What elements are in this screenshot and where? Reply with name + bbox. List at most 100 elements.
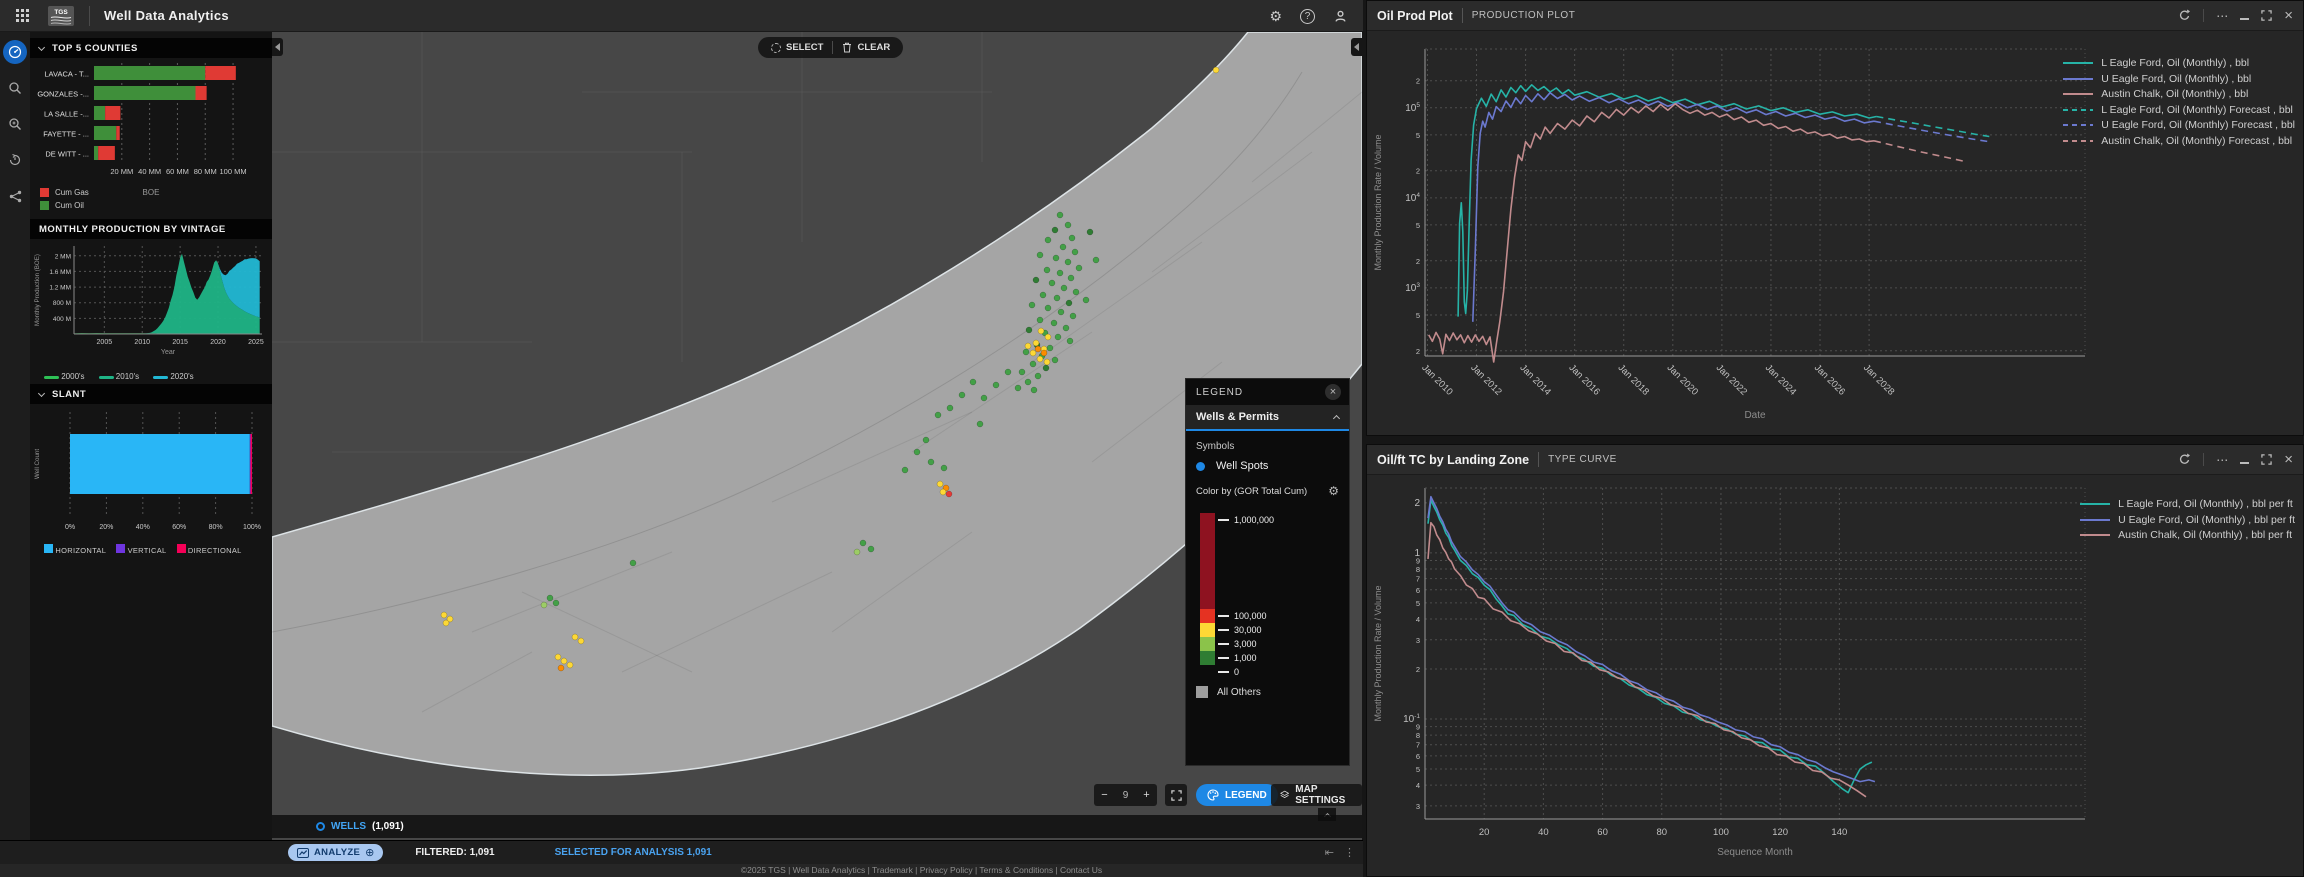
settings-gear-icon[interactable]: ⚙ [1269,8,1282,25]
all-others-label: All Others [1217,687,1261,698]
svg-text:Jan 2028: Jan 2028 [1861,362,1896,397]
legend-section-wells-permits[interactable]: Wells & Permits [1186,405,1349,431]
select-button[interactable]: SELECT [762,42,832,53]
fullscreen-button[interactable] [1165,784,1187,806]
more-vertical-icon[interactable]: ⋮ [1344,846,1355,859]
map-layers-strip: WELLS (1,091) [272,815,1362,838]
minimize-icon[interactable] [2240,455,2249,464]
svg-text:40 MM: 40 MM [138,167,161,176]
selected-for-analysis: SELECTED FOR ANALYSIS 1,091 [555,847,712,858]
help-icon[interactable]: ? [1300,9,1315,24]
legend-item[interactable]: U Eagle Ford, Oil (Monthly) , bbl per ft [2080,514,2295,526]
rail-search-icon[interactable] [3,76,27,100]
svg-text:LAVACA - T...: LAVACA - T... [44,70,89,79]
close-icon[interactable]: × [1325,384,1341,400]
svg-text:2: 2 [1416,257,1420,266]
legend-item[interactable]: L Eagle Ford, Oil (Monthly) , bbl per ft [2080,498,2295,510]
rail-share-icon[interactable] [3,184,27,208]
icon-divider [2203,453,2204,466]
svg-text:2 MM: 2 MM [55,253,71,260]
section-header-top5-counties[interactable]: TOP 5 COUNTIES [30,38,272,58]
svg-text:100 MM: 100 MM [220,167,247,176]
cum-oil-swatch [40,201,49,210]
clear-button[interactable]: CLEAR [833,42,899,53]
svg-text:2015: 2015 [172,339,188,346]
swatch-2020s [153,376,168,379]
close-icon[interactable]: × [2284,455,2293,465]
svg-text:Monthly Production Rate / Volu: Monthly Production Rate / Volume [1373,585,1383,721]
svg-text:Jan 2024: Jan 2024 [1763,362,1798,397]
apps-grid-icon[interactable] [16,9,29,22]
production-plot-panel: Oil Prod Plot PRODUCTION PLOT ⋯ × 210552… [1366,0,2304,436]
refresh-icon[interactable] [2178,453,2191,466]
legend-item[interactable]: Austin Chalk, Oil (Monthly) Forecast , b… [2063,135,2295,147]
svg-text:40: 40 [1538,827,1549,838]
collapse-right-panel-handle[interactable] [1351,38,1362,56]
svg-text:FAYETTE - ...: FAYETTE - ... [43,130,89,139]
svg-text:40%: 40% [136,524,150,531]
legend-item[interactable]: U Eagle Ford, Oil (Monthly) , bbl [2063,73,2295,85]
legend-item-2020s: 2020's [153,372,194,381]
svg-text:Jan 2026: Jan 2026 [1812,362,1847,397]
legend-item[interactable]: Austin Chalk, Oil (Monthly) , bbl [2063,88,2295,100]
svg-text:LA SALLE -...: LA SALLE -... [44,110,89,119]
bottom-action-bar: ANALYZE ⊕ FILTERED: 1,091 SELECTED FOR A… [0,840,1363,864]
legend-item-cum-gas: Cum Gas [40,186,89,199]
series-swatch [2080,503,2110,505]
vintage-chart: 400 M800 M1.2 MM1.6 MM2 MM20052010201520… [30,241,272,363]
svg-text:100: 100 [1713,827,1729,838]
svg-text:80%: 80% [209,524,223,531]
collapse-bar-icon[interactable]: ⇤ [1325,846,1334,859]
layers-icon [1280,789,1289,801]
legend-item-directional: DIRECTIONAL [177,544,242,555]
select-icon [771,43,781,53]
svg-text:3: 3 [1416,636,1420,645]
topbar-actions: ⚙ ? [1269,0,1362,32]
legend-item[interactable]: Austin Chalk, Oil (Monthly) , bbl per ft [2080,529,2295,541]
svg-text:0%: 0% [65,524,75,531]
legend-item[interactable]: L Eagle Ford, Oil (Monthly) , bbl [2063,57,2295,69]
filtered-count: FILTERED: 1,091 [415,847,494,858]
svg-text:Jan 2012: Jan 2012 [1468,362,1503,397]
well-spots-label: Well Spots [1216,460,1268,472]
more-icon[interactable]: ⋯ [2216,453,2228,467]
svg-text:60%: 60% [172,524,186,531]
maximize-icon[interactable] [2261,454,2272,465]
more-icon[interactable]: ⋯ [2216,9,2228,23]
svg-text:800 M: 800 M [53,300,71,307]
production-plot-legend: L Eagle Ford, Oil (Monthly) , bbl U Eagl… [2063,57,2295,147]
svg-text:3: 3 [1416,802,1420,811]
rail-zoom-search-icon[interactable] [3,112,27,136]
user-icon[interactable] [1333,9,1348,24]
zoom-in-button[interactable]: + [1136,789,1157,801]
rail-history-icon[interactable] [3,148,27,172]
legend-button[interactable]: LEGEND [1196,784,1278,806]
well-spots-row: Well Spots [1196,460,1339,472]
svg-text:Jan 2020: Jan 2020 [1665,362,1700,397]
color-by-label: Color by (GOR Total Cum) [1196,486,1307,497]
rail-dashboard-icon[interactable] [3,40,27,64]
swatch-2000s [44,376,59,379]
well-spot-dot-icon [1196,462,1205,471]
legend-item-vertical: VERTICAL [116,544,166,555]
gear-icon[interactable]: ⚙ [1328,484,1339,498]
maximize-icon[interactable] [2261,10,2272,21]
legend-item[interactable]: L Eagle Ford, Oil (Monthly) Forecast , b… [2063,104,2295,116]
series-swatch [2063,93,2093,95]
collapse-left-panel-handle[interactable] [272,38,283,56]
map-settings-button[interactable]: MAP SETTINGS [1271,784,1362,806]
legend-item-2010s: 2010's [99,372,140,381]
wells-layer-badge[interactable]: WELLS (1,091) [316,821,404,832]
refresh-icon[interactable] [2178,9,2191,22]
svg-text:8: 8 [1416,565,1420,574]
section-header-slant[interactable]: SLANT [30,384,272,404]
section-header-vintage[interactable]: MONTHLY PRODUCTION BY VINTAGE [30,219,272,239]
analyze-button[interactable]: ANALYZE ⊕ [288,844,383,861]
zoom-out-button[interactable]: − [1094,789,1115,801]
legend-item[interactable]: U Eagle Ford, Oil (Monthly) Forecast , b… [2063,119,2295,131]
minimize-icon[interactable] [2240,11,2249,20]
series-swatch [2080,534,2110,536]
svg-text:20 MM: 20 MM [110,167,133,176]
series-swatch [2063,109,2093,111]
close-icon[interactable]: × [2284,11,2293,21]
